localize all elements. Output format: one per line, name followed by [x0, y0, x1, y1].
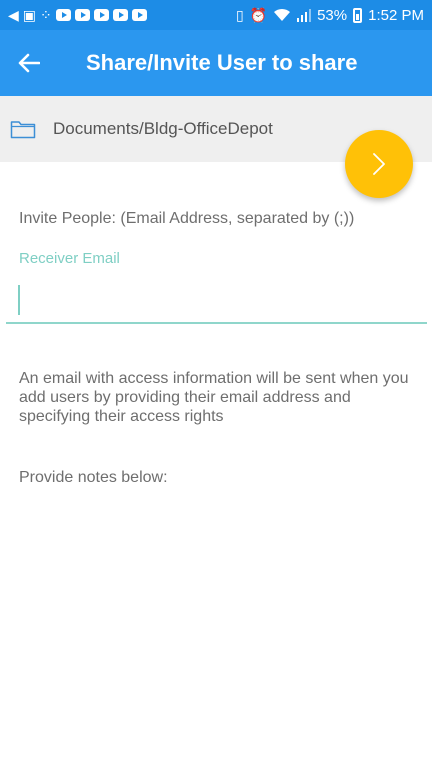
wifi-icon — [274, 8, 291, 21]
apps-icon: ⁘ — [40, 7, 52, 23]
youtube-icon — [93, 9, 109, 21]
alarm-icon: ⏰ — [249, 7, 268, 23]
next-fab-button[interactable] — [345, 130, 413, 198]
notes-label: Provide notes below: — [19, 469, 168, 486]
access-info-text: An email with access information will be… — [19, 370, 409, 425]
back-button[interactable] — [0, 30, 58, 96]
invite-people-label: Invite People: (Email Address, separated… — [19, 210, 355, 227]
vibrate-icon: ▯ — [235, 7, 244, 23]
battery-icon — [353, 7, 363, 23]
arrow-left-icon — [18, 53, 40, 73]
chevron-right-icon — [373, 153, 385, 175]
folder-path-text: Documents/Bldg-OfficeDepot — [53, 119, 273, 138]
gallery-icon: ▣ — [22, 7, 37, 23]
youtube-icon — [112, 9, 128, 21]
status-left-icons: ◀ ▣ ⁘ — [8, 8, 147, 22]
status-time: 1:52 PM — [368, 6, 424, 24]
status-right-icons: ▯ ⏰ 53% 1:52 PM — [236, 7, 424, 24]
share-invite-screen: ◀ ▣ ⁘ ▯ ⏰ 53% 1:52 PM Share/Invite User … — [0, 0, 432, 768]
back-nav-icon: ◀ — [8, 7, 19, 23]
youtube-icon — [74, 9, 90, 21]
status-bar: ◀ ▣ ⁘ ▯ ⏰ 53% 1:52 PM — [0, 0, 432, 30]
receiver-email-input[interactable] — [6, 278, 427, 324]
youtube-icon — [131, 9, 147, 21]
text-cursor — [18, 285, 20, 315]
folder-icon — [10, 121, 36, 139]
signal-icon — [297, 8, 312, 22]
receiver-email-label: Receiver Email — [19, 250, 120, 267]
youtube-icon — [55, 9, 71, 21]
page-title: Share/Invite User to share — [86, 50, 358, 75]
battery-percent: 53% — [317, 6, 348, 24]
notes-textarea[interactable] — [19, 495, 414, 735]
app-bar: Share/Invite User to share — [0, 30, 432, 96]
